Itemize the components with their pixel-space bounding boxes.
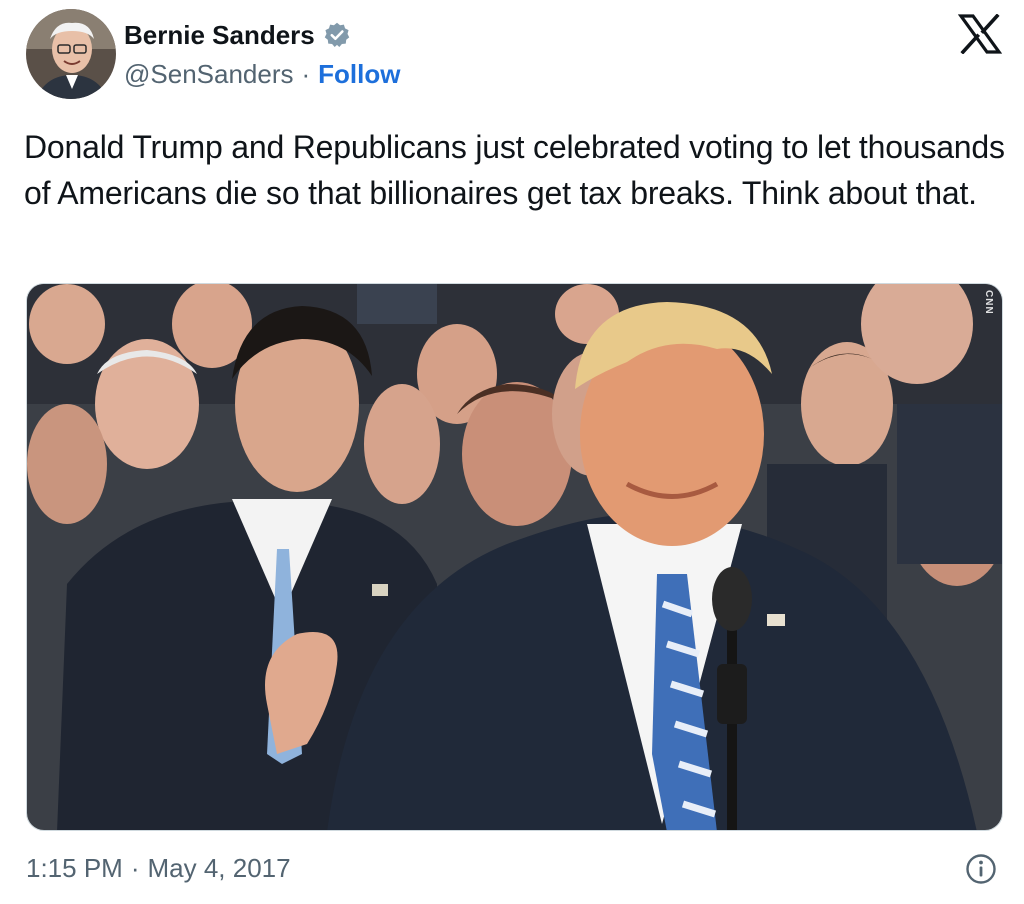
x-logo-icon[interactable] <box>957 13 1003 55</box>
author-name-row: Bernie Sanders <box>124 18 351 52</box>
author-handle[interactable]: @SenSanders <box>124 59 294 90</box>
timestamp-time[interactable]: 1:15 PM <box>26 853 123 884</box>
tweet-photo[interactable]: CNN <box>26 283 1003 831</box>
separator-dot: · <box>301 58 311 89</box>
tweet-text: Donald Trump and Republicans just celebr… <box>24 129 1005 211</box>
verified-badge-icon <box>323 21 351 49</box>
tweet-timestamp: 1:15 PM · May 4, 2017 <box>26 850 291 886</box>
photo-watermark: CNN <box>983 290 994 315</box>
author-avatar[interactable] <box>26 9 116 99</box>
separator-dot: · <box>130 852 140 883</box>
tweet-card: Bernie Sanders @SenSanders · Follow Dona… <box>0 0 1024 904</box>
handle-row: @SenSanders · Follow <box>124 58 401 90</box>
photo-image <box>27 284 1002 830</box>
follow-button[interactable]: Follow <box>318 59 400 90</box>
timestamp-date[interactable]: May 4, 2017 <box>148 853 291 884</box>
author-name[interactable]: Bernie Sanders <box>124 20 315 51</box>
info-icon[interactable] <box>965 853 997 885</box>
avatar-image <box>26 9 116 99</box>
